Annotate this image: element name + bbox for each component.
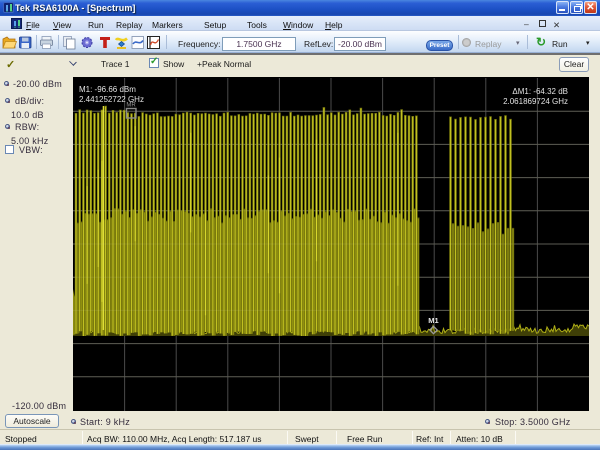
svg-text:M1: M1 (428, 316, 438, 325)
svg-text:2.061869724 GHz: 2.061869724 GHz (503, 97, 568, 106)
svg-text:ΔM1: -64.32 dB: ΔM1: -64.32 dB (512, 87, 568, 96)
svg-text:2.441252722 GHz: 2.441252722 GHz (79, 95, 144, 104)
svg-text:M1: -96.66 dBm: M1: -96.66 dBm (79, 85, 136, 94)
